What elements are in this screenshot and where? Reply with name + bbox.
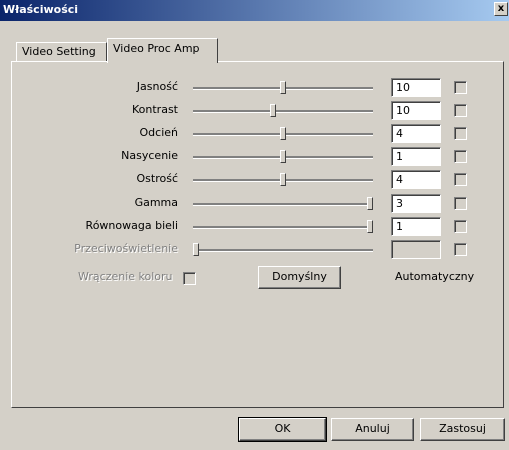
slider[interactable] <box>193 217 373 237</box>
auto-column-label: Automatyczny <box>395 270 475 283</box>
row-label: Równowaga bieli <box>85 219 178 232</box>
slider[interactable] <box>193 78 373 98</box>
slider-thumb[interactable] <box>367 197 373 210</box>
close-button[interactable]: x <box>494 2 508 16</box>
slider-thumb <box>193 243 199 256</box>
slider[interactable] <box>193 147 373 167</box>
slider-track <box>193 226 373 229</box>
value-field[interactable]: 3 <box>391 194 441 213</box>
color-enable-label: Wrączenie koloru <box>78 270 173 283</box>
color-enable-checkbox[interactable] <box>183 272 196 285</box>
cancel-button[interactable]: Anuluj <box>331 418 414 441</box>
tab-video-setting[interactable]: Video Setting <box>16 42 107 62</box>
default-button[interactable]: Domyślny <box>258 266 341 289</box>
title-bar: Właściwości x <box>0 0 509 21</box>
row-label: Gamma <box>134 196 178 209</box>
slider-track <box>193 249 373 252</box>
slider-thumb[interactable] <box>280 150 286 163</box>
row-label: Przeciwoświetlenie <box>74 242 178 255</box>
value-field[interactable]: 10 <box>391 101 441 120</box>
value-field[interactable]: 4 <box>391 170 441 189</box>
row-label: Ostrość <box>136 172 179 185</box>
auto-checkbox[interactable] <box>454 104 467 117</box>
auto-checkbox[interactable] <box>454 220 467 233</box>
row-label: Odcień <box>139 126 178 139</box>
row-label: Nasycenie <box>121 149 178 162</box>
slider-thumb[interactable] <box>280 127 286 140</box>
slider[interactable] <box>193 124 373 144</box>
slider-thumb[interactable] <box>270 104 276 117</box>
row-label: Kontrast <box>132 103 178 116</box>
close-icon: x <box>497 3 505 14</box>
slider[interactable] <box>193 194 373 214</box>
value-field <box>391 240 441 259</box>
slider-thumb[interactable] <box>280 81 286 94</box>
slider-thumb[interactable] <box>280 173 286 186</box>
auto-checkbox[interactable] <box>454 197 467 210</box>
ok-button[interactable]: OK <box>238 417 327 442</box>
window-title: Właściwości <box>3 3 79 16</box>
row-label: Jasność <box>136 80 178 93</box>
apply-button[interactable]: Zastosuj <box>420 418 505 441</box>
slider <box>193 240 373 260</box>
slider-track <box>193 203 373 206</box>
slider[interactable] <box>193 101 373 121</box>
auto-checkbox[interactable] <box>454 81 467 94</box>
value-field[interactable]: 1 <box>391 217 441 236</box>
auto-checkbox[interactable] <box>454 243 467 256</box>
auto-checkbox[interactable] <box>454 173 467 186</box>
slider-thumb[interactable] <box>367 220 373 233</box>
tab-video-proc-amp[interactable]: Video Proc Amp <box>107 38 218 63</box>
slider-track <box>193 110 373 113</box>
slider[interactable] <box>193 170 373 190</box>
value-field[interactable]: 1 <box>391 147 441 166</box>
value-field[interactable]: 10 <box>391 78 441 97</box>
auto-checkbox[interactable] <box>454 127 467 140</box>
value-field[interactable]: 4 <box>391 124 441 143</box>
auto-checkbox[interactable] <box>454 150 467 163</box>
